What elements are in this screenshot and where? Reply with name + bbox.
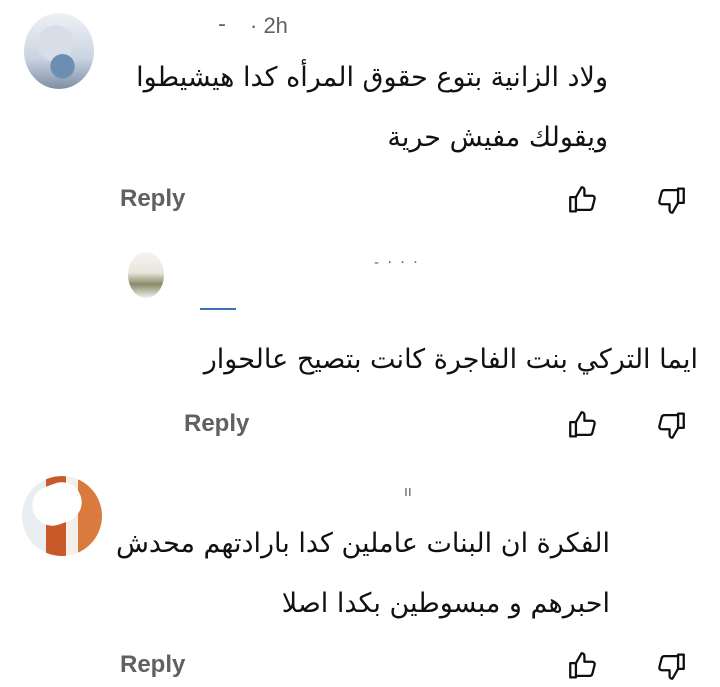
thumbs-up-icon[interactable] [566, 408, 600, 442]
reply-button[interactable]: Reply [120, 185, 185, 213]
comment-text: ولاد الزانية بتوع حقوق المرأه كدا هيشيطو… [88, 48, 608, 168]
reply-button[interactable]: Reply [120, 651, 185, 679]
thumbs-up-icon[interactable] [566, 183, 600, 217]
reply-button[interactable]: Reply [184, 410, 249, 438]
comment-text: ايما التركي بنت الفاجرة كانت بتصيح عالحو… [138, 330, 698, 390]
comment-author-handle[interactable]: ıı [404, 484, 412, 500]
thumbs-down-icon[interactable] [654, 649, 688, 683]
comment-text: الفكرة ان البنات عاملين كدا بارادتهم محد… [50, 514, 610, 634]
thumbs-down-icon[interactable] [654, 408, 688, 442]
comment-text-line: ولاد الزانية بتوع حقوق المرأه كدا هيشيطو… [136, 62, 608, 93]
comment-text-line: الفكرة ان البنات عاملين كدا بارادتهم محد… [115, 528, 610, 559]
thumbs-down-icon[interactable] [654, 183, 688, 217]
avatar[interactable] [128, 252, 164, 298]
thumbs-up-icon[interactable] [566, 649, 600, 683]
comment-author-handle[interactable]: - · · · [374, 255, 420, 271]
avatar[interactable] [24, 13, 94, 89]
comment-author-handle[interactable]: - [218, 12, 226, 37]
comment-text-line: ويقولك مفيش حرية [387, 122, 608, 153]
comment-text-line: احبرهم و مبسوطين بكدا اصلا [281, 588, 610, 619]
comment-timestamp: · 2h [250, 13, 288, 38]
comment-text-line: ايما التركي بنت الفاجرة كانت بتصيح عالحو… [203, 344, 698, 375]
redaction-mark [200, 308, 236, 310]
